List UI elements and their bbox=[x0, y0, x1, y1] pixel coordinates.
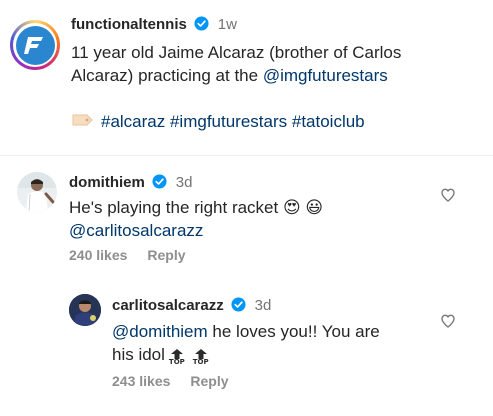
post-author-avatar[interactable] bbox=[10, 20, 60, 70]
reply-header: carlitosalcarazz 3d bbox=[112, 297, 271, 317]
functionaltennis-logo bbox=[15, 25, 55, 65]
reply-button[interactable]: Reply bbox=[190, 373, 228, 389]
reply-username[interactable]: carlitosalcarazz bbox=[112, 297, 224, 314]
tag-icon bbox=[71, 113, 93, 131]
post-hashtags[interactable]: #alcaraz #imgfuturestars #tatoiclub bbox=[101, 110, 365, 133]
comment-mention-link[interactable]: @carlitosalcarazz bbox=[69, 219, 429, 242]
top-arrow-icon: TOP bbox=[169, 349, 185, 366]
caption-mention-link[interactable]: @imgfuturestars bbox=[263, 66, 388, 85]
reply-mention-link[interactable]: @domithiem bbox=[112, 322, 208, 341]
verified-badge-icon bbox=[194, 16, 209, 36]
comment-header: domithiem 3d bbox=[69, 174, 192, 194]
caption-line-2: Alcaraz) practicing at the @imgfuturesta… bbox=[71, 64, 481, 87]
post-username[interactable]: functionaltennis bbox=[71, 16, 187, 33]
reply-body-line2: his idol bbox=[112, 345, 165, 364]
post-divider bbox=[0, 155, 493, 156]
caption-text: Alcaraz) practicing at the bbox=[71, 66, 263, 85]
reply-text: @domithiem he loves you!! You are his id… bbox=[112, 320, 432, 366]
top-arrow-icon: TOP bbox=[193, 349, 209, 366]
reply-meta: 243 likes Reply bbox=[112, 373, 229, 389]
post-caption: 11 year old Jaime Alcaraz (brother of Ca… bbox=[71, 41, 481, 87]
commenter-avatar[interactable] bbox=[17, 172, 57, 212]
heart-icon[interactable] bbox=[440, 313, 456, 329]
heart-icon[interactable] bbox=[440, 187, 456, 203]
comment-username[interactable]: domithiem bbox=[69, 174, 145, 191]
comment-text: He's playing the right racket 😍 😃 @carli… bbox=[69, 196, 429, 242]
reply-commenter-avatar[interactable] bbox=[69, 294, 101, 326]
comment-meta: 240 likes Reply bbox=[69, 247, 186, 263]
reply-time: 3d bbox=[254, 297, 272, 314]
likes-count[interactable]: 243 likes bbox=[112, 373, 170, 389]
verified-badge-icon bbox=[152, 174, 167, 194]
verified-badge-icon bbox=[231, 297, 246, 317]
comment-time: 3d bbox=[175, 174, 193, 191]
caption-line-1: 11 year old Jaime Alcaraz (brother of Ca… bbox=[71, 43, 402, 62]
post-header: functionaltennis 1w bbox=[71, 16, 237, 36]
hashtag-row: #alcaraz #imgfuturestars #tatoiclub bbox=[71, 110, 365, 133]
top-badge-label: TOP bbox=[192, 358, 209, 366]
reply-button[interactable]: Reply bbox=[147, 247, 185, 263]
likes-count[interactable]: 240 likes bbox=[69, 247, 127, 263]
top-badge-label: TOP bbox=[168, 358, 185, 366]
post-time: 1w bbox=[217, 16, 237, 33]
reply-body: he loves you!! You are bbox=[207, 322, 380, 341]
emoji-reactions: 😍 😃 bbox=[282, 198, 324, 217]
comment-body: He's playing the right racket bbox=[69, 198, 279, 217]
